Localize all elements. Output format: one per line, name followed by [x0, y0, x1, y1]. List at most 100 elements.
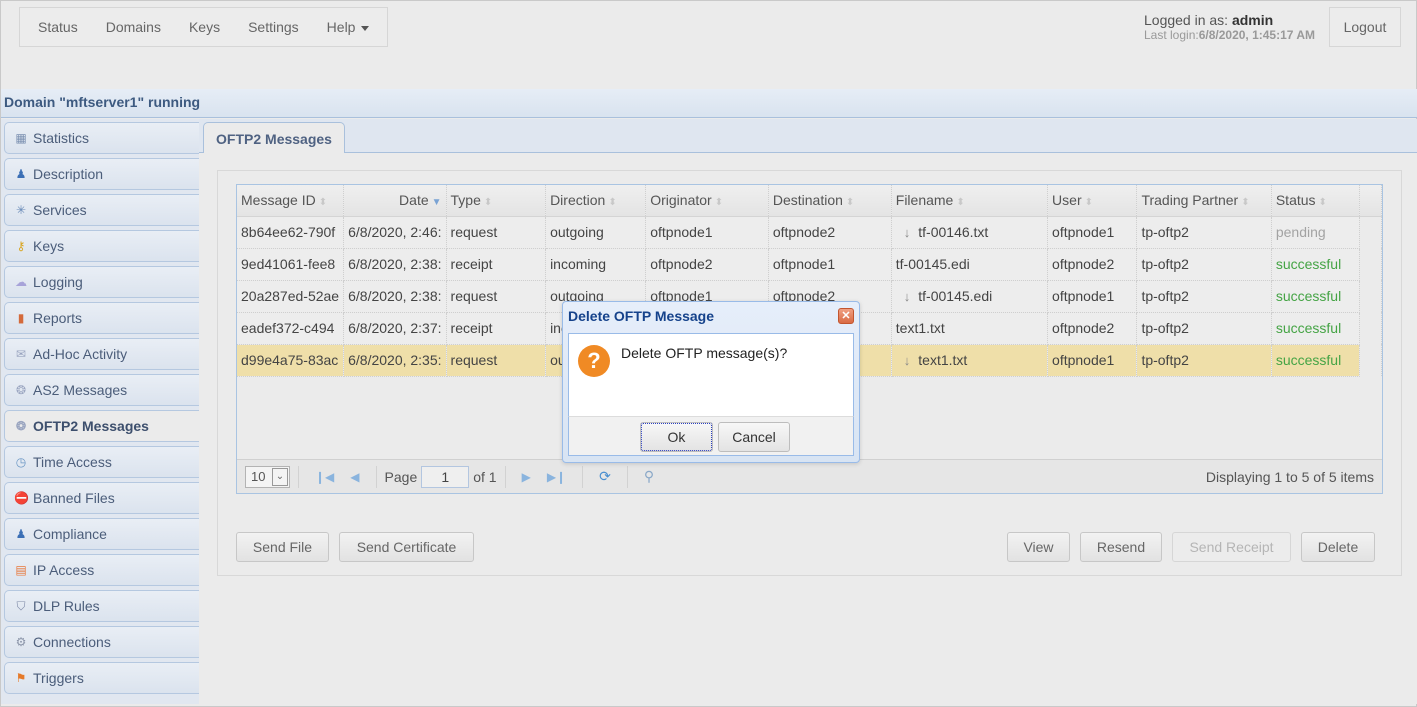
sidebar-item-as2-messages[interactable]: ❂ AS2 Messages [4, 374, 199, 406]
page-size-value: 10 [251, 469, 266, 484]
cell-date: 6/8/2020, 2:38: [343, 248, 447, 281]
column-header-label: Originator [650, 192, 712, 209]
column-header-label: Type [450, 192, 481, 209]
page-number-input[interactable] [421, 465, 470, 488]
sidebar-item-description[interactable]: ♟ Description [4, 158, 199, 190]
cell-id: 8b64ee62-790f [237, 216, 345, 249]
sidebar-item-banned-files[interactable]: ⛔ Banned Files [4, 482, 199, 514]
sidebar-item-compliance[interactable]: ♟ Compliance [4, 518, 199, 550]
cell-value: tp-oftp2 [1141, 352, 1189, 368]
cell-value: oftpnode1 [1052, 288, 1115, 304]
separator [582, 465, 584, 488]
first-page-icon[interactable]: ❙◀ [315, 470, 334, 484]
sort-icon: ⬍ [1084, 197, 1093, 209]
dialog-title: Delete OFTP Message [568, 308, 715, 324]
nav-status[interactable]: Status [24, 7, 92, 47]
column-header-status[interactable]: Status ⬍ [1271, 185, 1361, 217]
sidebar-item-label: AS2 Messages [33, 382, 128, 398]
cell-value: oftpnode1 [772, 256, 836, 272]
cell-filename: text1.txt [891, 312, 1049, 345]
tab-oftp2-messages[interactable]: OFTP2 Messages [203, 122, 345, 154]
cell-value: successful [1275, 320, 1342, 336]
prev-page-icon[interactable]: ◀ [350, 470, 359, 484]
column-header-direction[interactable]: Direction ⬍ [545, 185, 647, 217]
column-header-trading-partner[interactable]: Trading Partner ⬍ [1136, 185, 1272, 217]
delete-button[interactable]: Delete [1301, 532, 1375, 562]
cell-filename: ↓ text1.txt [891, 344, 1049, 377]
table-row[interactable]: 9ed41061-fee8 6/8/2020, 2:38: receipt incom… [237, 248, 1382, 281]
send-receipt-button[interactable]: Send Receipt [1172, 532, 1291, 562]
cell-date: 6/8/2020, 2:38: [343, 280, 447, 313]
nav-help-label: Help [326, 19, 356, 35]
sidebar-item-ad-hoc-activity[interactable]: ✉ Ad-Hoc Activity [4, 338, 199, 370]
ok-button[interactable]: Ok [640, 422, 713, 452]
cell-value: oftpnode1 [650, 224, 713, 240]
sidebar-item-time-access[interactable]: ◷ Time Access [4, 446, 199, 478]
page-size-select[interactable]: 10 ⌄ [245, 465, 290, 488]
sort-icon: ⬍ [956, 197, 965, 209]
column-header-originator[interactable]: Originator ⬍ [645, 185, 769, 217]
view-button[interactable]: View [1007, 532, 1070, 562]
sidebar-item-connections[interactable]: ⚙ Connections [4, 626, 199, 658]
nav-domains[interactable]: Domains [92, 7, 175, 47]
logout-button[interactable]: Logout [1329, 7, 1401, 47]
user-icon: ♟ [15, 167, 27, 181]
sidebar-item-keys[interactable]: ⚷ Keys [4, 230, 199, 262]
cell-status: successful [1271, 248, 1361, 281]
cell-value: text1.txt [918, 352, 968, 368]
close-icon[interactable]: ✕ [838, 308, 854, 324]
sidebar-item-services[interactable]: ✳ Services [4, 194, 199, 226]
column-header-message-id[interactable]: Message ID ⬍ [237, 185, 345, 217]
column-header-label: Date [399, 192, 429, 209]
cell-originator: oftpnode1 [645, 216, 769, 249]
send-certificate-button[interactable]: Send Certificate [339, 532, 474, 562]
cell-partner: tp-oftp2 [1136, 216, 1272, 249]
column-header-user[interactable]: User ⬍ [1047, 185, 1138, 217]
search-icon[interactable]: ⚲ [644, 468, 654, 485]
officer-icon: ♟ [15, 527, 27, 541]
sidebar-item-label: Ad-Hoc Activity [33, 346, 128, 362]
sidebar-item-label: Reports [33, 310, 83, 326]
cell-type: request [446, 280, 547, 313]
cell-value: tp-oftp2 [1141, 320, 1189, 336]
sidebar-item-triggers[interactable]: ⚑ Triggers [4, 662, 199, 694]
cell-id: 9ed41061-fee8 [237, 248, 345, 281]
question-icon: ? [578, 345, 610, 377]
cell-date: 6/8/2020, 2:35: [343, 344, 447, 377]
cell-value: 20a287ed-52ae [241, 288, 340, 304]
sidebar-item-reports[interactable]: ▮ Reports [4, 302, 199, 334]
sidebar-item-oftp2-messages[interactable]: ❂ OFTP2 Messages [4, 410, 199, 442]
cell-value: 8b64ee62-790f [241, 224, 336, 240]
caret-down-icon [361, 25, 370, 31]
send-file-button[interactable]: Send File [236, 532, 329, 562]
cell-filler [1359, 280, 1382, 312]
table-row[interactable]: 8b64ee62-790f 6/8/2020, 2:46: request outgo… [237, 216, 1382, 249]
sidebar-item-statistics[interactable]: ▦ Statistics [4, 122, 199, 154]
envelope-icon: ✉ [15, 347, 27, 361]
next-page-icon[interactable]: ▶ [522, 470, 531, 484]
sidebar-item-logging[interactable]: ☁ Logging [4, 266, 199, 298]
nav-help[interactable]: Help [313, 7, 384, 47]
cancel-button[interactable]: Cancel [718, 422, 790, 452]
refresh-icon[interactable]: ⟳ [599, 468, 611, 485]
cell-value: 9ed41061-fee8 [241, 256, 336, 272]
bar-chart-icon: ▮ [17, 311, 25, 325]
nav-keys[interactable]: Keys [175, 7, 234, 47]
sidebar-item-dlp-rules[interactable]: ⛉ DLP Rules [4, 590, 199, 622]
nav-settings[interactable]: Settings [234, 7, 313, 47]
column-header-type[interactable]: Type ⬍ [446, 185, 547, 217]
resend-button[interactable]: Resend [1080, 532, 1162, 562]
cell-value: tf-00145.edi [918, 288, 993, 304]
cell-value: oftpnode2 [1052, 256, 1115, 272]
column-header-date[interactable]: Date ▼ [343, 185, 447, 217]
sort-icon: ⬍ [714, 197, 724, 209]
cell-value: successful [1275, 288, 1342, 304]
sort-icon: ⬍ [1241, 197, 1250, 209]
sidebar-item-ip-access[interactable]: ▤ IP Access [4, 554, 199, 586]
last-login-label: Last login: [1144, 28, 1199, 42]
column-header-destination[interactable]: Destination ⬍ [768, 185, 892, 217]
sort-icon: ⬍ [1318, 197, 1327, 209]
top-navigation: Status Domains Keys Settings Help [19, 7, 389, 47]
column-header-filename[interactable]: Filename ⬍ [891, 185, 1049, 217]
last-page-icon[interactable]: ▶❙ [547, 470, 566, 484]
